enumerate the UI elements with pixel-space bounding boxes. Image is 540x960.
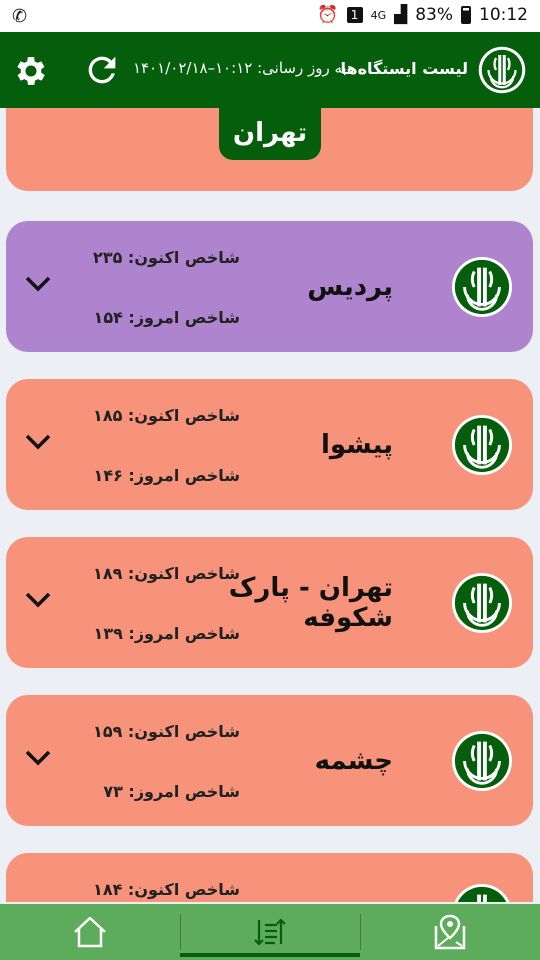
gear-icon[interactable] bbox=[12, 52, 50, 90]
station-card[interactable]: تهران - پارک شکوفه شاخص اکنون: ۱۸۹ شاخص … bbox=[6, 537, 533, 668]
aqi-now: شاخص اکنون: ۱۸۴ bbox=[80, 880, 240, 899]
aqi-now: شاخص اکنون: ۲۳۵ bbox=[80, 248, 240, 267]
nav-map-button[interactable] bbox=[360, 904, 540, 960]
app-bar: به روز رسانی: ۱۰:۱۲–۱۴۰۱/۰۲/۱۸ لیست ایست… bbox=[0, 32, 540, 108]
home-icon bbox=[74, 916, 106, 948]
aqi-today-value: ۱۵۴ bbox=[93, 308, 123, 327]
chevron-down-icon[interactable] bbox=[24, 591, 52, 609]
station-name: پیشوا bbox=[320, 429, 393, 460]
station-name: پردیس bbox=[307, 271, 393, 302]
aqi-now-value: ۱۵۹ bbox=[93, 722, 123, 741]
signal-icon: ▟ bbox=[394, 5, 408, 25]
aqi-today-value: ۱۴۶ bbox=[93, 466, 123, 485]
aqi-now: شاخص اکنون: ۱۵۹ bbox=[80, 722, 240, 741]
aqi-now-value: ۱۸۴ bbox=[93, 880, 123, 899]
nav-active-indicator bbox=[180, 953, 360, 957]
aqi-now-label: شاخص اکنون: bbox=[127, 564, 240, 583]
doe-logo-icon bbox=[451, 256, 513, 318]
nav-list-button[interactable] bbox=[180, 904, 360, 960]
doe-logo-icon bbox=[451, 730, 513, 792]
last-update-text: به روز رسانی: ۱۰:۱۲–۱۴۰۱/۰۲/۱۸ bbox=[133, 59, 347, 77]
aqi-now-value: ۱۸۵ bbox=[93, 406, 123, 425]
chevron-down-icon[interactable] bbox=[24, 433, 52, 451]
chevron-down-icon[interactable] bbox=[24, 275, 52, 293]
aqi-now-value: ۲۳۵ bbox=[93, 248, 123, 267]
aqi-today: شاخص امروز: ۱۴۶ bbox=[80, 466, 240, 485]
doe-logo-icon bbox=[478, 46, 526, 94]
sim-indicator: 1 bbox=[346, 7, 363, 23]
battery-icon bbox=[461, 6, 471, 24]
aqi-today: شاخص امروز: ۱۵۴ bbox=[80, 308, 240, 327]
station-card[interactable]: پردیس شاخص اکنون: ۲۳۵ شاخص امروز: ۱۵۴ bbox=[6, 221, 533, 352]
doe-logo-icon bbox=[454, 883, 510, 902]
aqi-now-value: ۱۸۹ bbox=[93, 564, 123, 583]
aqi-today: شاخص امروز: ۱۳۹ bbox=[80, 624, 240, 643]
aqi-now: شاخص اکنون: ۱۸۹ bbox=[80, 564, 240, 583]
sort-list-icon bbox=[254, 918, 286, 946]
aqi-today-label: شاخص امروز: bbox=[128, 624, 240, 643]
station-card-partial[interactable]: شاخص اکنون: ۱۸۴ bbox=[6, 853, 533, 902]
status-bar: ✆ ⏰ 1 4G ▟ 83% 10:12 bbox=[0, 0, 540, 32]
city-tab[interactable]: تهران bbox=[219, 108, 321, 160]
station-list[interactable]: پردیس شاخص اکنون: ۲۳۵ شاخص امروز: ۱۵۴ پی… bbox=[0, 108, 540, 902]
bottom-navigation bbox=[0, 904, 540, 960]
aqi-today-value: ۷۳ bbox=[103, 782, 123, 801]
page-title: لیست ایستگاه‌ها bbox=[340, 59, 469, 78]
aqi-today: شاخص امروز: ۷۳ bbox=[80, 782, 240, 801]
map-pin-icon bbox=[434, 914, 466, 950]
chevron-down-icon[interactable] bbox=[24, 749, 52, 767]
phone-call-icon: ✆ bbox=[12, 6, 28, 27]
aqi-today-value: ۱۳۹ bbox=[93, 624, 123, 643]
aqi-now-label: شاخص اکنون: bbox=[127, 880, 240, 899]
station-card[interactable]: چشمه شاخص اکنون: ۱۵۹ شاخص امروز: ۷۳ bbox=[6, 695, 533, 826]
nav-home-button[interactable] bbox=[0, 904, 180, 960]
station-name: چشمه bbox=[314, 745, 393, 776]
refresh-icon[interactable] bbox=[82, 50, 122, 90]
aqi-now: شاخص اکنون: ۱۸۵ bbox=[80, 406, 240, 425]
alarm-icon: ⏰ bbox=[317, 5, 339, 25]
battery-percent: 83% bbox=[415, 5, 453, 25]
network-type: 4G bbox=[370, 8, 387, 22]
aqi-now-label: شاخص اکنون: bbox=[127, 248, 240, 267]
aqi-now-label: شاخص اکنون: bbox=[127, 406, 240, 425]
doe-logo-icon bbox=[451, 414, 513, 476]
doe-logo-icon bbox=[451, 572, 513, 634]
aqi-today-label: شاخص امروز: bbox=[128, 782, 240, 801]
aqi-today-label: شاخص امروز: bbox=[128, 466, 240, 485]
clock: 10:12 bbox=[479, 5, 528, 25]
aqi-now-label: شاخص اکنون: bbox=[127, 722, 240, 741]
station-card[interactable]: پیشوا شاخص اکنون: ۱۸۵ شاخص امروز: ۱۴۶ bbox=[6, 379, 533, 510]
aqi-today-label: شاخص امروز: bbox=[128, 308, 240, 327]
